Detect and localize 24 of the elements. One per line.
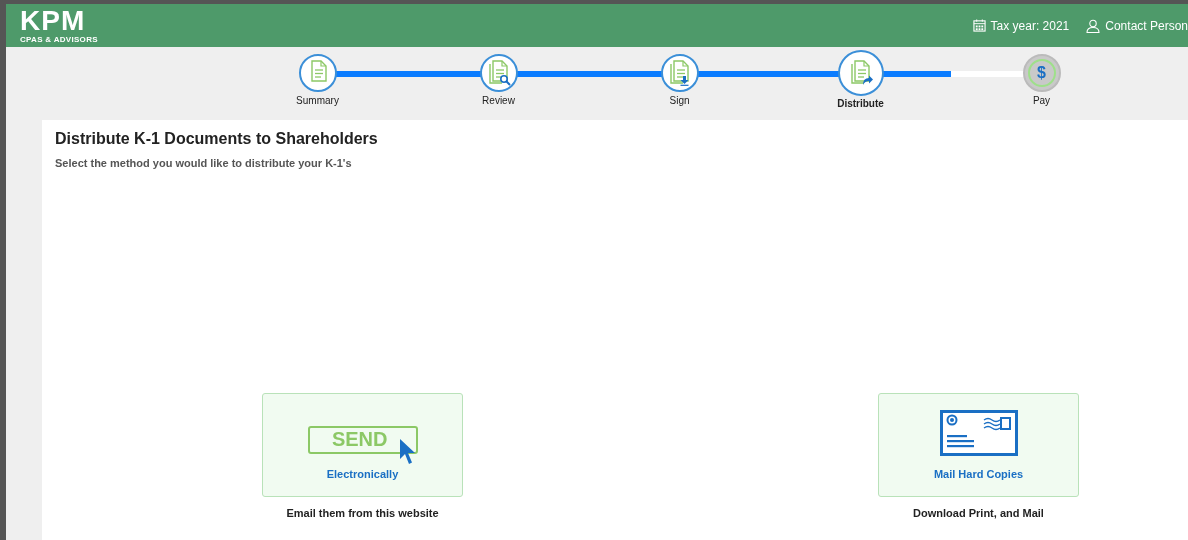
step-label[interactable]: Distribute	[837, 98, 884, 109]
document-download-icon	[667, 60, 692, 86]
step-circle[interactable]	[479, 54, 518, 92]
option-card[interactable]: Mail Hard Copies	[878, 393, 1079, 497]
envelope-icon	[939, 410, 1018, 456]
tax-year: Tax year: 2021	[990, 18, 1070, 33]
page-subtitle: Select the method you would like to distribute your K-1's	[55, 157, 353, 169]
option-caption: Download Print, and Mail	[913, 507, 1044, 519]
step-label[interactable]: Review	[482, 95, 515, 106]
logo-subtitle: CPAS & ADVISORS	[20, 36, 98, 44]
page-title: Distribute K-1 Documents to Shareholders	[55, 130, 379, 148]
document-search-icon	[486, 60, 511, 86]
step-label[interactable]: Sign	[669, 95, 690, 106]
step-label[interactable]: Summary	[296, 95, 339, 106]
option-card[interactable]: SEND Electronically	[262, 393, 463, 497]
option-caption: Email them from this website	[286, 507, 439, 519]
step-circle[interactable]	[660, 54, 699, 92]
step-label[interactable]: Pay	[1032, 95, 1051, 106]
calendar-icon	[972, 19, 986, 32]
logo: KPM	[20, 7, 87, 35]
user-icon	[1086, 18, 1101, 33]
step-circle[interactable]	[298, 54, 337, 92]
document-share-icon	[848, 60, 873, 86]
step-circle[interactable]	[837, 50, 884, 96]
